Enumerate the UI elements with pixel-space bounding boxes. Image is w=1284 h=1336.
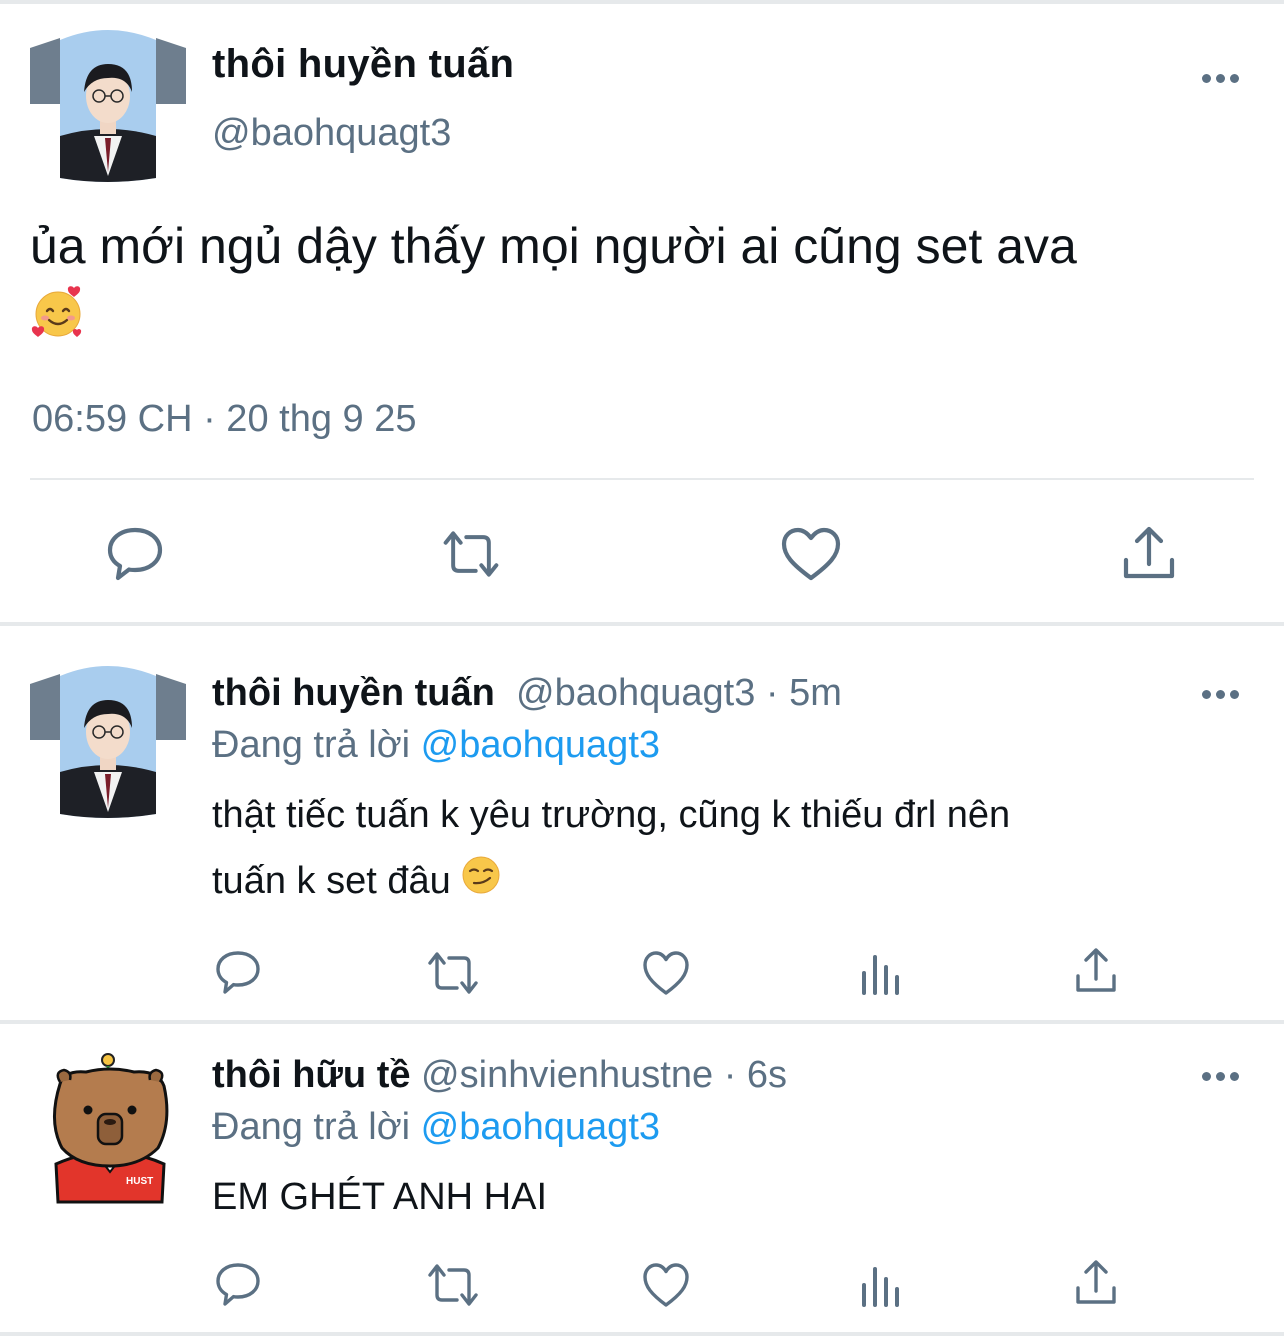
avatar[interactable]: HUST — [46, 1052, 174, 1204]
like-icon[interactable] — [642, 1262, 690, 1308]
replying-label: Đang trả lời — [212, 1106, 411, 1148]
analytics-icon[interactable] — [858, 1264, 904, 1310]
separator: · — [723, 1054, 737, 1096]
tweet-text: EM GHÉT ANH HAI — [212, 1164, 1242, 1230]
avatar[interactable] — [30, 662, 186, 818]
more-options-icon[interactable] — [1202, 688, 1242, 700]
replying-label: Đang trả lời — [212, 724, 411, 766]
more-options-icon[interactable] — [1202, 1070, 1242, 1082]
like-icon[interactable] — [642, 950, 690, 996]
avatar-photo-icon — [30, 662, 186, 818]
tweet-timestamp[interactable]: 06:59 CH · 20 thg 9 25 — [32, 398, 416, 441]
tweet-text: ủa mới ngủ dậy thấy mọi người ai cũng se… — [30, 210, 1250, 359]
username-handle[interactable]: @baohquagt3 — [212, 112, 451, 155]
mention-link[interactable]: @baohquagt3 — [421, 1106, 660, 1148]
tweet-age[interactable]: 5m — [789, 672, 842, 714]
like-icon[interactable] — [780, 526, 842, 582]
replying-to: Đang trả lời @baohquagt3 — [212, 724, 660, 767]
mention-link[interactable]: @baohquagt3 — [421, 724, 660, 766]
section-divider — [0, 1020, 1284, 1024]
share-icon[interactable] — [1072, 1260, 1120, 1306]
avatar[interactable] — [30, 26, 186, 182]
main-tweet: thôi huyền tuấn @baohquagt3 ủa mới ngủ d… — [0, 4, 1284, 622]
svg-text:HUST: HUST — [126, 1176, 153, 1187]
section-divider — [0, 622, 1284, 626]
share-icon[interactable] — [1118, 526, 1180, 582]
separator: · — [765, 672, 779, 714]
bottom-divider — [0, 1332, 1284, 1336]
tweet-text: thật tiếc tuấn k yêu trường, cũng k thiế… — [212, 782, 1242, 916]
display-name[interactable]: thôi huyền tuấn — [212, 42, 514, 87]
tweet-body-line1: thật tiếc tuấn k yêu trường, cũng k thiế… — [212, 794, 1011, 836]
reply-header: thôi huyền tuấn @baohquagt3 · 5m — [212, 672, 842, 715]
replying-to: Đang trả lời @baohquagt3 — [212, 1106, 660, 1149]
reply-icon[interactable] — [214, 1262, 262, 1308]
divider — [30, 478, 1254, 480]
retweet-icon[interactable] — [440, 526, 502, 582]
reply-icon[interactable] — [104, 526, 166, 582]
username-handle[interactable]: @baohquagt3 — [516, 672, 755, 714]
analytics-icon[interactable] — [858, 952, 904, 998]
tweet-body: ủa mới ngủ dậy thấy mọi người ai cũng se… — [30, 218, 1077, 274]
smirking-face-icon — [461, 850, 501, 916]
tweet-body-line1: EM GHÉT ANH HAI — [212, 1176, 548, 1218]
smiling-face-with-hearts-icon — [30, 284, 86, 359]
share-icon[interactable] — [1072, 948, 1120, 994]
retweet-icon[interactable] — [426, 1262, 480, 1308]
capybara-avatar-icon: HUST — [46, 1052, 174, 1204]
tweet-body-line2: tuấn k set đâu — [212, 860, 451, 902]
reply-icon[interactable] — [214, 950, 262, 996]
display-name[interactable]: thôi hữu tề — [212, 1054, 410, 1096]
reply-header: thôi hữu tề @sinhvienhustne · 6s — [212, 1054, 787, 1097]
more-options-icon[interactable] — [1202, 72, 1242, 84]
avatar-photo-icon — [30, 26, 186, 182]
username-handle[interactable]: @sinhvienhustne — [421, 1054, 713, 1096]
tweet-age[interactable]: 6s — [747, 1054, 787, 1096]
display-name[interactable]: thôi huyền tuấn — [212, 672, 495, 714]
retweet-icon[interactable] — [426, 950, 480, 996]
